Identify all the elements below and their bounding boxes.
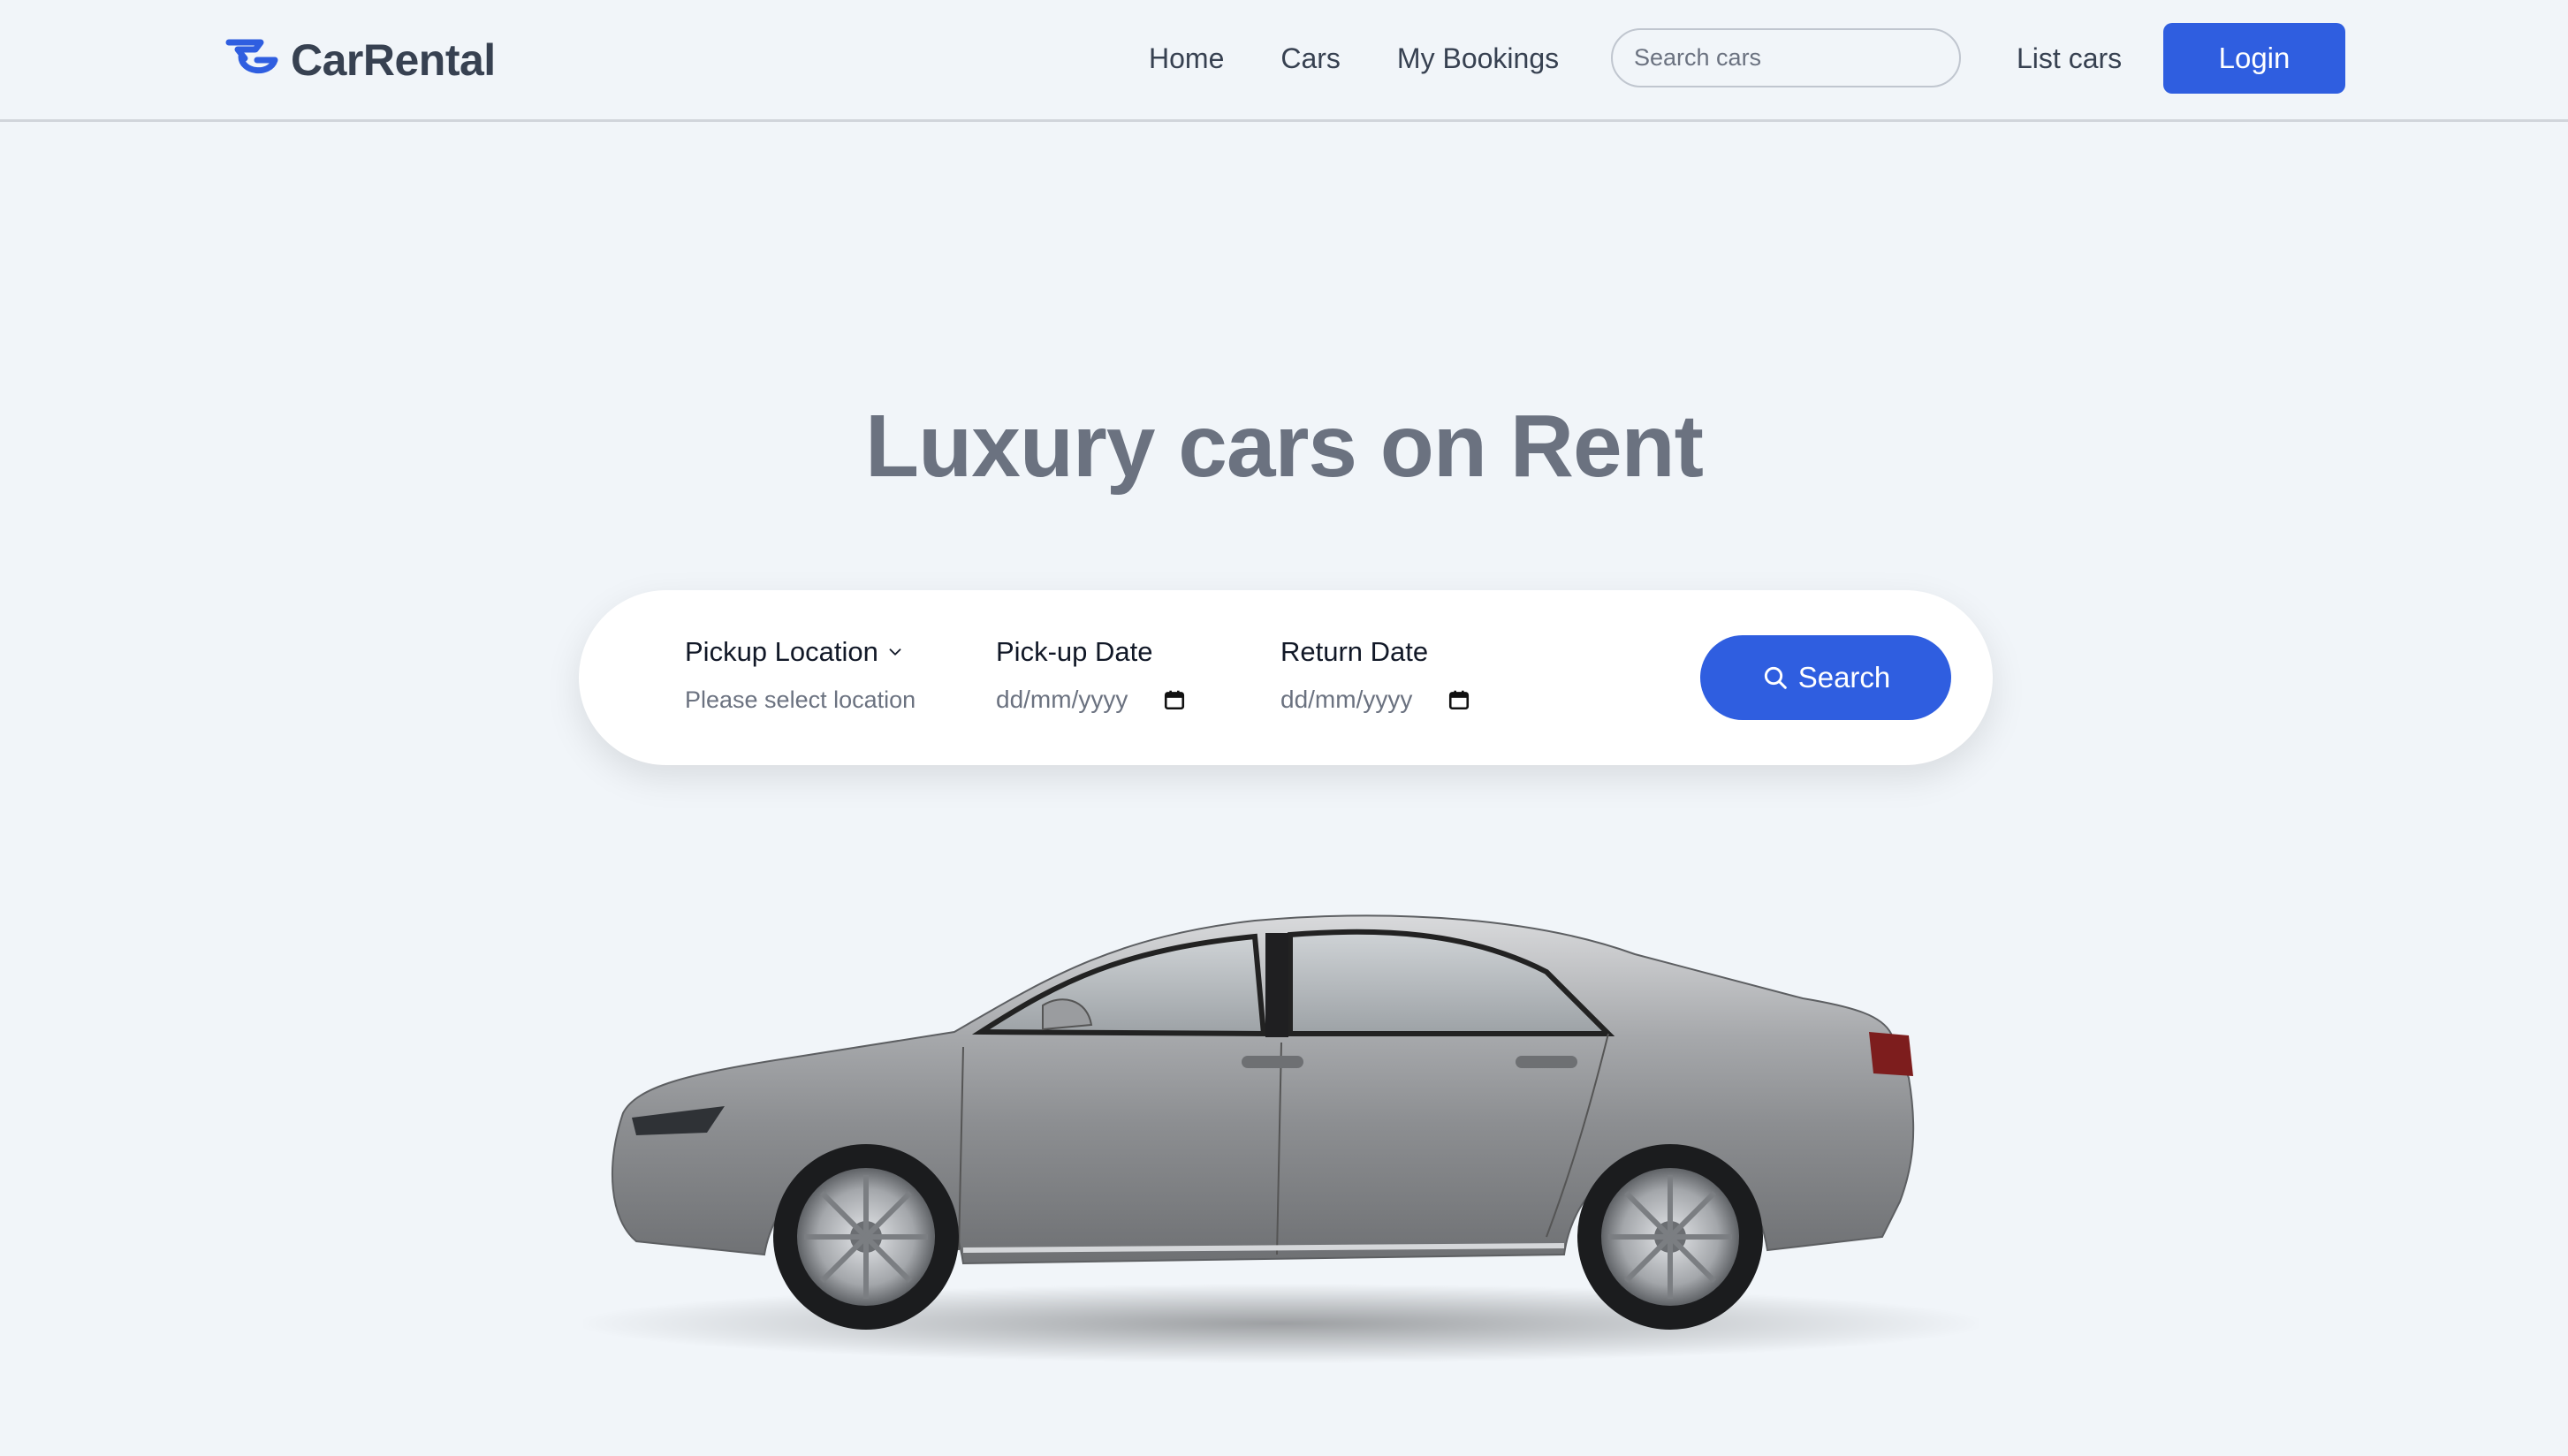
nav-search-box bbox=[1611, 28, 1961, 87]
car-illustration bbox=[574, 914, 1988, 1363]
login-button[interactable]: Login bbox=[2163, 23, 2345, 94]
calendar-icon[interactable] bbox=[1163, 688, 1186, 711]
nav-my-bookings[interactable]: My Bookings bbox=[1397, 35, 1559, 81]
pickup-date-field: Pick-up Date dd/mm/yyyy bbox=[996, 633, 1186, 717]
nav-links: Home Cars My Bookings bbox=[1149, 35, 1559, 81]
search-input[interactable] bbox=[1634, 44, 1947, 72]
pickup-date-label: Pick-up Date bbox=[996, 636, 1153, 667]
hero-title: Luxury cars on Rent bbox=[865, 397, 1704, 496]
pickup-location-value: Please select location bbox=[685, 686, 916, 713]
logo[interactable]: CarRental bbox=[225, 34, 496, 87]
calendar-icon[interactable] bbox=[1447, 688, 1470, 711]
logo-mark-icon bbox=[225, 39, 278, 74]
nav-list-cars[interactable]: List cars bbox=[2017, 35, 2122, 81]
booking-search-panel: Pickup Location Please select location P… bbox=[579, 590, 1993, 765]
search-button-label: Search bbox=[1797, 661, 1891, 694]
search-button[interactable]: Search bbox=[1700, 635, 1951, 720]
return-date-label: Return Date bbox=[1280, 636, 1429, 667]
pickup-location-label: Pickup Location bbox=[685, 636, 878, 667]
pickup-location-dropdown[interactable]: Pickup Location bbox=[685, 633, 916, 671]
chevron-down-icon bbox=[889, 648, 901, 656]
nav-home[interactable]: Home bbox=[1149, 35, 1224, 81]
hero-car-image bbox=[574, 901, 1988, 1378]
pickup-date-input[interactable]: dd/mm/yyyy bbox=[996, 682, 1186, 717]
return-date-placeholder: dd/mm/yyyy bbox=[1280, 686, 1413, 713]
return-date-field: Return Date dd/mm/yyyy bbox=[1280, 633, 1470, 717]
brand-name: CarRental bbox=[291, 35, 496, 85]
return-date-input[interactable]: dd/mm/yyyy bbox=[1280, 682, 1470, 717]
search-icon bbox=[1764, 666, 1787, 689]
nav-cars[interactable]: Cars bbox=[1280, 35, 1341, 81]
pickup-location-field[interactable]: Pickup Location Please select location bbox=[685, 633, 916, 717]
pickup-date-placeholder: dd/mm/yyyy bbox=[996, 686, 1128, 713]
navbar: CarRental Home Cars My Bookings List car… bbox=[0, 0, 2568, 122]
